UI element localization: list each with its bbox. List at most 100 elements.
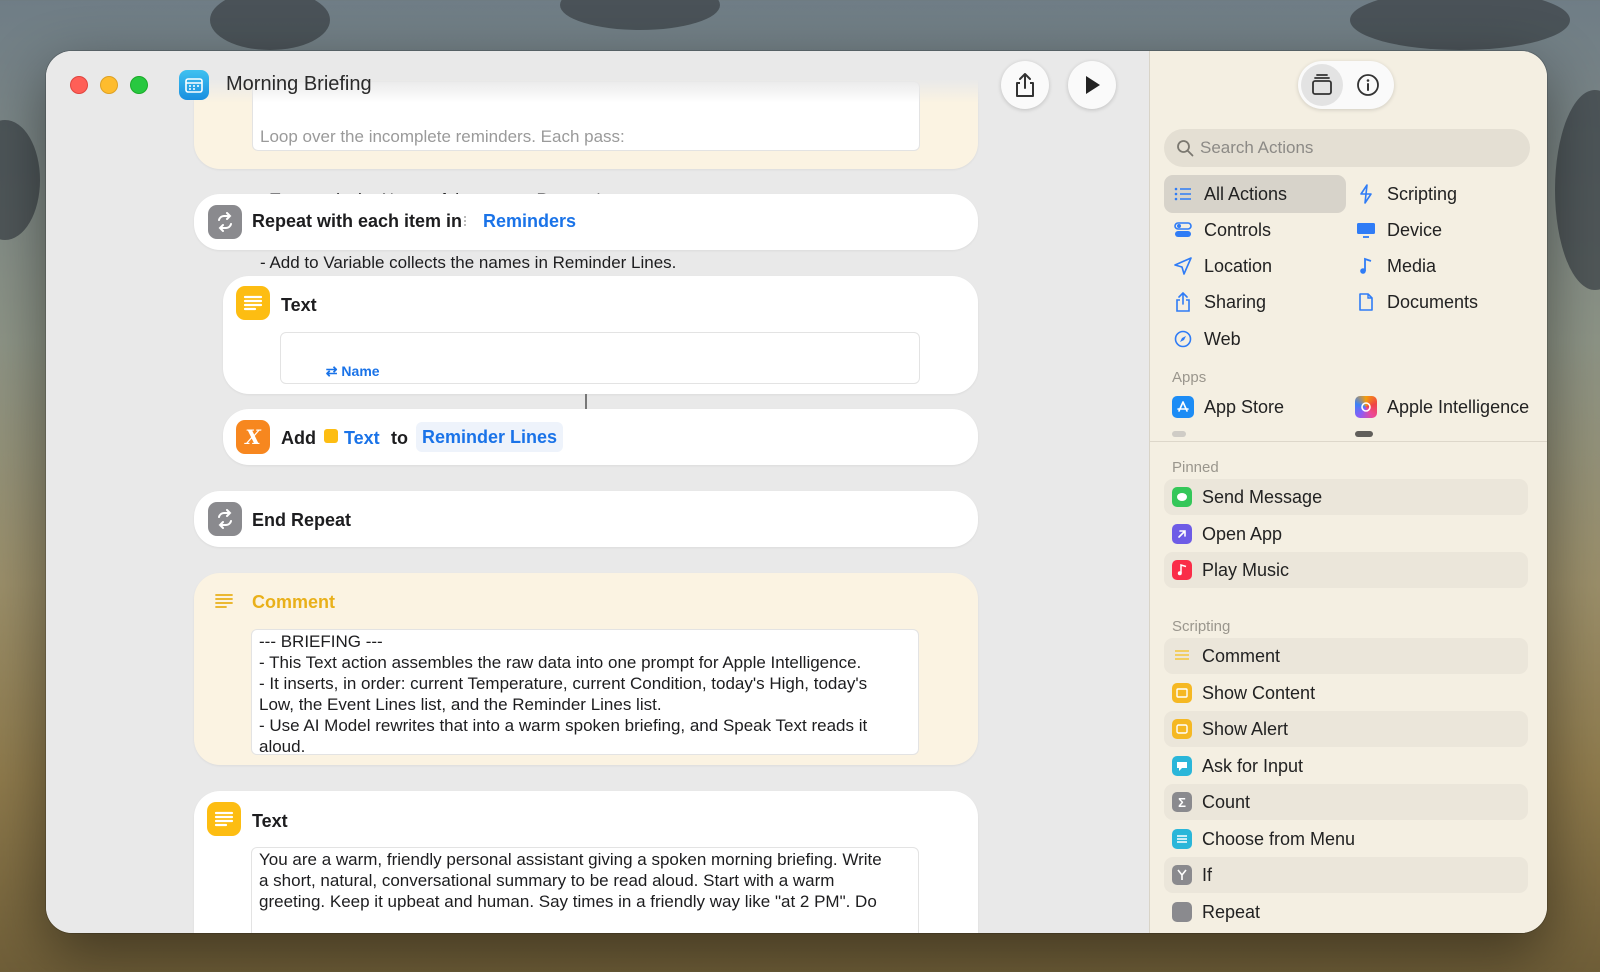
reminder-lines-token[interactable]: Reminder Lines — [416, 422, 564, 452]
app-label: App Store — [1204, 396, 1285, 417]
category-label: Device — [1387, 219, 1443, 240]
window-title: Morning Briefing — [226, 73, 372, 95]
pinned-play-music[interactable]: Play Music — [1164, 552, 1528, 588]
category-label: Web — [1204, 328, 1241, 349]
prompt-text-title: Text — [252, 811, 288, 831]
shortcut-app-icon — [179, 70, 209, 100]
action-label: Repeat — [1202, 901, 1261, 922]
run-button[interactable] — [1068, 61, 1116, 109]
action-library-button[interactable] — [1301, 64, 1343, 106]
action-show-content[interactable]: Show Content — [1164, 675, 1528, 711]
action-label: Ask for Input — [1202, 755, 1304, 776]
action-label: If — [1202, 864, 1213, 885]
info-icon — [1357, 74, 1379, 96]
variable-x-icon: X — [236, 420, 270, 454]
text-action-icon — [207, 802, 241, 836]
pinned-send-message[interactable]: Send Message — [1164, 479, 1528, 515]
scripting-icon — [1355, 183, 1377, 205]
category-sharing[interactable]: Sharing — [1172, 284, 1266, 320]
actions-sidebar: Search Actions All Actions Scripting Con… — [1149, 51, 1547, 933]
action-choose-from-menu[interactable]: Choose from Menu — [1164, 821, 1528, 857]
repeat-icon — [208, 205, 242, 239]
repeat-action-card[interactable]: Repeat with each item in Reminders — [194, 194, 978, 250]
category-scripting[interactable]: Scripting — [1355, 176, 1457, 212]
titlebar-fade — [46, 51, 1149, 103]
category-label: Scripting — [1387, 183, 1458, 204]
text-action-title: Text — [281, 295, 317, 315]
device-icon — [1355, 219, 1377, 241]
sigma-icon: Σ — [1172, 792, 1192, 812]
category-label: Media — [1387, 255, 1437, 276]
library-icon — [1312, 74, 1332, 95]
comment-body-field[interactable]: --- BRIEFING --- - This Text action asse… — [251, 629, 919, 756]
category-location[interactable]: Location — [1172, 248, 1272, 284]
end-repeat-card[interactable]: End Repeat — [194, 491, 978, 547]
add-label: Add — [281, 428, 316, 448]
show-content-icon — [1172, 683, 1192, 703]
scripting-section-header: Scripting — [1172, 618, 1231, 635]
zoom-button[interactable] — [130, 76, 148, 94]
action-if[interactable]: If — [1164, 857, 1528, 893]
app-item-app-store[interactable]: App Store — [1172, 389, 1284, 425]
action-count[interactable]: Σ Count — [1164, 784, 1528, 820]
add-to-variable-card[interactable]: X Add Text to Reminder Lines — [223, 409, 978, 465]
background-rock — [0, 120, 40, 240]
close-button[interactable] — [70, 76, 88, 94]
apps-fade — [1150, 425, 1547, 441]
share-button[interactable] — [1001, 61, 1049, 109]
search-icon — [1177, 140, 1194, 157]
ask-input-icon — [1172, 756, 1192, 776]
minimize-button[interactable] — [100, 76, 118, 94]
play-icon — [1086, 76, 1100, 94]
action-label: Comment — [1202, 645, 1281, 666]
prompt-text-card[interactable]: Text You are a warm, friendly personal a… — [194, 791, 978, 933]
comment-card[interactable]: Comment --- BRIEFING --- - This Text act… — [194, 573, 978, 765]
action-comment[interactable]: Comment — [1164, 638, 1528, 674]
comment-title: Comment — [252, 592, 336, 612]
open-app-icon — [1172, 524, 1192, 544]
location-icon — [1172, 255, 1194, 277]
category-label: Controls — [1204, 219, 1272, 240]
action-label: Choose from Menu — [1202, 828, 1356, 849]
list-icon — [1172, 183, 1194, 205]
action-label: Show Alert — [1202, 718, 1289, 739]
category-media[interactable]: Media — [1355, 248, 1436, 284]
search-placeholder: Search Actions — [1200, 138, 1314, 157]
category-documents[interactable]: Documents — [1355, 284, 1478, 320]
text-input-field[interactable]: ⇄ Name — [280, 332, 920, 384]
search-actions-field[interactable]: Search Actions — [1164, 129, 1530, 167]
shortcuts-window: Loop over the incomplete reminders. Each… — [46, 51, 1547, 933]
action-show-alert[interactable]: Show Alert — [1164, 711, 1528, 747]
pinned-divider — [1150, 441, 1547, 442]
background-rock — [1555, 90, 1600, 290]
category-all-actions[interactable]: All Actions — [1172, 176, 1287, 212]
branch-icon — [1172, 865, 1192, 885]
info-button[interactable] — [1350, 67, 1386, 103]
compass-icon — [1172, 328, 1194, 350]
category-label: Sharing — [1204, 291, 1267, 312]
background-rock — [1350, 0, 1570, 50]
end-repeat-label: End Repeat — [252, 510, 352, 530]
background-rock — [560, 0, 720, 30]
text-token[interactable]: Text — [344, 428, 380, 449]
app-store-icon — [1172, 396, 1194, 418]
app-item-apple-intelligence[interactable]: Apple Intelligence — [1355, 389, 1529, 425]
action-repeat[interactable]: Repeat — [1164, 894, 1528, 930]
category-device[interactable]: Device — [1355, 212, 1442, 248]
category-controls[interactable]: Controls — [1172, 212, 1271, 248]
reminders-variable-token[interactable]: Reminders — [483, 211, 576, 232]
text-action-card[interactable]: Text ⇄ Name — [223, 276, 978, 394]
repeat-label: Repeat with each item in — [252, 211, 463, 231]
action-label: Send Message — [1202, 486, 1323, 507]
prompt-text-field[interactable]: You are a warm, friendly personal assist… — [251, 847, 919, 933]
pinned-open-app[interactable]: Open App — [1164, 516, 1528, 552]
action-label: Show Content — [1202, 682, 1316, 703]
shortcut-editor: Loop over the incomplete reminders. Each… — [46, 51, 1149, 933]
action-ask-for-input[interactable]: Ask for Input — [1164, 748, 1528, 784]
list-variable-icon — [464, 214, 474, 228]
name-token[interactable]: ⇄ Name — [326, 363, 380, 379]
category-web[interactable]: Web — [1172, 321, 1241, 357]
clipped-app-icon — [1172, 431, 1186, 437]
repeat-item-icon: ⇄ — [325, 363, 342, 379]
messages-icon — [1172, 487, 1192, 507]
